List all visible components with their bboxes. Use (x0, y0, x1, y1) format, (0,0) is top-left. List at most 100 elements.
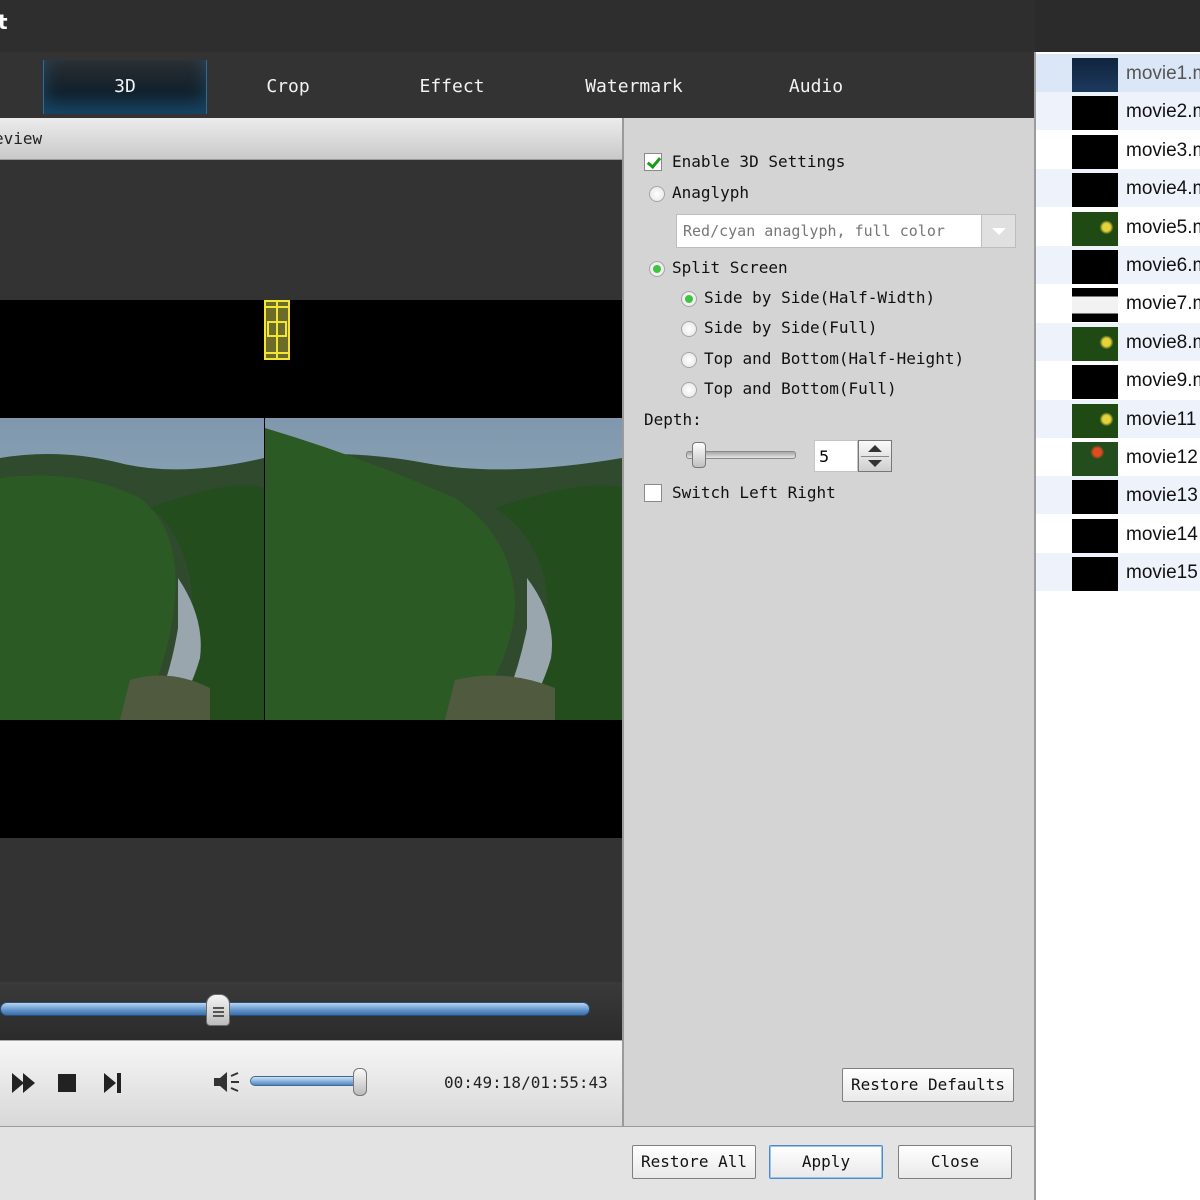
depth-stepper[interactable] (858, 440, 892, 472)
restore-all-button[interactable]: Restore All (632, 1145, 756, 1179)
tab-crop[interactable]: Crop (210, 60, 366, 114)
file-name: movie8.m (1126, 331, 1200, 353)
seek-track[interactable] (0, 1002, 590, 1016)
tab-bar: 3D Crop Effect Watermark Audio (0, 52, 1035, 118)
file-name: movie6.m (1126, 255, 1200, 276)
file-thumbnail (1072, 288, 1118, 323)
crop-marker-icon[interactable] (264, 300, 290, 360)
split-option-radio[interactable] (681, 352, 697, 368)
file-name: movie14 (1126, 523, 1198, 545)
settings-panel: Enable 3D Settings Anaglyph Red/cyan ana… (622, 118, 1034, 1126)
file-thumbnail (1072, 365, 1118, 400)
anaglyph-radio[interactable] (649, 186, 665, 202)
file-name: movie7.m (1126, 293, 1200, 315)
window-title: t (0, 10, 8, 34)
fast-forward-icon[interactable] (12, 1073, 36, 1093)
tab-effect[interactable]: Effect (372, 60, 532, 114)
restore-defaults-button[interactable]: Restore Defaults (842, 1068, 1014, 1102)
file-name: movie3.m (1126, 139, 1200, 161)
stop-icon[interactable] (58, 1074, 76, 1092)
file-list-item[interactable]: movie2.m (1036, 92, 1200, 131)
file-list-item[interactable]: movie15 (1036, 553, 1200, 592)
file-thumbnail (1072, 326, 1118, 361)
file-list: movie1.m movie2.m movie3.m movie4.m movie5.m… (1034, 52, 1200, 1200)
file-list-item[interactable]: movie8.m (1036, 322, 1200, 361)
split-option-label: Side by Side(Half-Width) (704, 288, 936, 307)
depth-label: Depth: (644, 410, 702, 429)
video-left-view (0, 418, 264, 720)
switch-left-right-label: Switch Left Right (672, 483, 836, 502)
tab-audio[interactable]: Audio (736, 60, 896, 114)
next-frame-icon[interactable] (104, 1073, 122, 1093)
split-option-radio[interactable] (681, 382, 697, 398)
file-list-item[interactable]: movie12 (1036, 438, 1200, 476)
split-option-label: Side by Side(Full) (704, 318, 878, 337)
volume-icon[interactable] (214, 1071, 240, 1093)
file-name: movie1.m (1126, 63, 1200, 84)
file-thumbnail (1072, 211, 1118, 246)
file-list-item[interactable]: movie6.m (1036, 246, 1200, 284)
split-option-label: Top and Bottom(Full) (704, 379, 897, 398)
split-option-label: Top and Bottom(Half-Height) (704, 349, 965, 368)
video-right-view (265, 418, 622, 720)
spin-up-icon[interactable] (868, 445, 882, 452)
spin-down-icon[interactable] (868, 460, 882, 467)
file-name: movie12 (1126, 447, 1198, 468)
file-name: movie9.m (1126, 370, 1200, 392)
file-list-item[interactable]: movie13 (1036, 476, 1200, 515)
split-screen-label: Split Screen (672, 258, 788, 277)
split-option-radio[interactable] (681, 291, 697, 307)
file-thumbnail (1072, 442, 1118, 476)
chevron-down-icon[interactable] (981, 215, 1015, 247)
file-thumbnail (1072, 134, 1118, 169)
file-thumbnail (1072, 173, 1118, 208)
file-thumbnail (1072, 480, 1118, 515)
file-list-item[interactable]: movie9.m (1036, 361, 1200, 400)
file-list-item[interactable]: movie7.m (1036, 284, 1200, 323)
spin-divider (861, 456, 889, 457)
depth-thumb[interactable] (691, 442, 706, 468)
file-list-item[interactable]: movie4.m (1036, 169, 1200, 208)
file-thumbnail (1072, 518, 1118, 553)
file-name: movie11 (1126, 408, 1197, 430)
split-screen-radio[interactable] (649, 261, 665, 277)
anaglyph-label: Anaglyph (672, 183, 750, 202)
file-thumbnail (1072, 403, 1118, 438)
enable-3d-label: Enable 3D Settings (672, 152, 846, 171)
volume-slider[interactable] (250, 1076, 362, 1086)
file-thumbnail (1072, 250, 1118, 284)
file-name: movie13 (1126, 485, 1198, 507)
file-name: movie5.m (1126, 216, 1200, 238)
split-option-radio[interactable] (681, 321, 697, 337)
file-name: movie4.m (1126, 178, 1200, 200)
playback-controls: 00:49:18/01:55:43 (0, 1040, 622, 1126)
apply-button[interactable]: Apply (769, 1145, 883, 1179)
file-list-item[interactable]: movie14 (1036, 515, 1200, 553)
file-list-item[interactable]: movie11 (1036, 399, 1200, 438)
tab-3d[interactable]: 3D (43, 60, 207, 114)
switch-left-right-checkbox[interactable] (644, 484, 662, 502)
file-list-item[interactable]: movie3.m (1036, 131, 1200, 169)
seek-bar[interactable] (0, 982, 622, 1040)
file-thumbnail (1072, 557, 1118, 592)
bottom-bar: Restore All Apply Close (0, 1126, 1034, 1200)
enable-3d-checkbox[interactable] (644, 153, 662, 171)
file-thumbnail (1072, 96, 1118, 131)
timecode: 00:49:18/01:55:43 (444, 1073, 608, 1092)
volume-thumb[interactable] (352, 1068, 367, 1096)
preview-area (0, 160, 622, 982)
close-button[interactable]: Close (898, 1145, 1012, 1179)
title-bar: t (0, 0, 1035, 52)
seek-thumb[interactable] (206, 994, 231, 1026)
preview-title: eview (0, 129, 43, 148)
file-name: movie15 (1126, 562, 1198, 584)
file-list-item[interactable]: movie1.m (1036, 54, 1200, 92)
anaglyph-select[interactable]: Red/cyan anaglyph, full color (676, 214, 1016, 248)
preview-header: eview (0, 118, 622, 160)
tab-watermark[interactable]: Watermark (548, 60, 720, 114)
file-thumbnail (1072, 58, 1118, 92)
anaglyph-select-value: Red/cyan anaglyph, full color (683, 222, 945, 240)
file-name: movie2.m (1126, 101, 1200, 123)
file-list-item[interactable]: movie5.m (1036, 208, 1200, 246)
depth-input[interactable]: 5 (814, 440, 858, 472)
